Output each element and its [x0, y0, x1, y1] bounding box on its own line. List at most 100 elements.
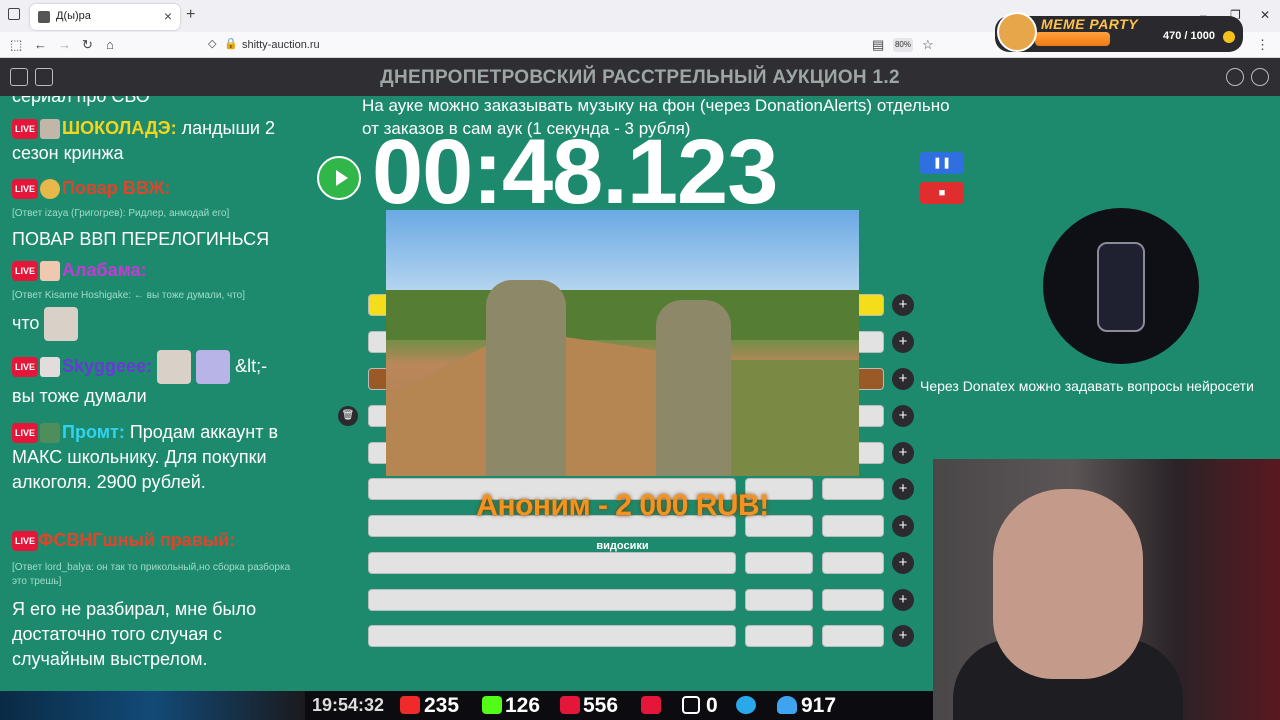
chat-text: что	[12, 312, 40, 333]
lot-extra-input[interactable]	[745, 589, 813, 611]
chat-author: Skyggeee:	[62, 355, 153, 376]
browser-tab[interactable]: Д(ы)ра ×	[30, 4, 180, 30]
chat-message-fragment: сериал про СВО	[12, 96, 150, 106]
reader-view-icon[interactable]: ▤	[872, 37, 884, 53]
meme-party-title: MEME PARTY	[1041, 16, 1139, 32]
add-amount-button[interactable]: +	[892, 478, 914, 500]
cat-emote-icon	[157, 350, 192, 384]
vk-live-icon	[560, 696, 580, 714]
meme-party-widget: MEME PARTY 470 / 1000	[995, 12, 1243, 52]
stream-clock: 19:54:32	[312, 695, 385, 715]
donation-video	[386, 210, 859, 476]
user-avatar	[40, 179, 61, 200]
lot-extra-input[interactable]	[745, 552, 813, 574]
rutube-viewers: 0	[706, 694, 718, 717]
chat-author: Алабама:	[62, 260, 147, 280]
menu-icon[interactable]: ⋮	[1256, 37, 1269, 53]
streamer-webcam	[933, 459, 1280, 720]
add-amount-button[interactable]: +	[892, 405, 914, 427]
sidebar-icon[interactable]: ⬚	[10, 37, 22, 53]
chat-reply: [Ответ Kisame Hoshigake: ← вы тоже думал…	[12, 290, 246, 301]
meme-party-progress	[1035, 32, 1110, 46]
coin-icon	[1223, 31, 1235, 43]
lot-extra-input[interactable]	[745, 625, 813, 647]
add-amount-button[interactable]: +	[892, 589, 914, 611]
add-amount-button[interactable]: +	[892, 625, 914, 647]
add-amount-button[interactable]: +	[892, 368, 914, 390]
app-header: ДНЕПРОПЕТРОВСКИЙ РАССТРЕЛЬНЫЙ АУКЦИОН 1.…	[0, 58, 1280, 96]
back-icon[interactable]: ←	[34, 37, 47, 52]
lot-amount-input[interactable]	[822, 625, 884, 647]
chat-message: LIVE ФСВНГшный правый: [Ответ lord_balya:…	[12, 528, 302, 672]
soldier-figure	[656, 300, 731, 476]
youtube-icon	[400, 696, 420, 714]
trash-icon[interactable]: 🗑	[338, 406, 358, 426]
rutube-icon	[682, 696, 700, 714]
chat-author: Промт:	[62, 422, 125, 442]
anime-character-icon	[1097, 242, 1145, 332]
tab-title: Д(ы)ра	[56, 10, 91, 22]
add-amount-button[interactable]: +	[892, 552, 914, 574]
donatex-question-text: Через Donatex можно задавать вопросы ней…	[920, 378, 1254, 394]
chat-author: Повар ВВЖ:	[62, 178, 171, 198]
meme-party-counter: 470 / 1000	[1163, 30, 1215, 42]
cat-emote-icon	[44, 307, 79, 341]
live-badge: LIVE	[12, 261, 39, 282]
chat-message: LIVE Промт: Продам аккаунт в МАКС школьни…	[12, 420, 302, 495]
lot-amount-input[interactable]	[822, 552, 884, 574]
lot-amount-input[interactable]	[822, 589, 884, 611]
tab-overview-icon[interactable]	[8, 8, 20, 20]
donation-video-label: видосики	[596, 540, 649, 552]
chat-message: LIVE Алабама: [Ответ Kisame Hoshigake: ← …	[12, 258, 302, 341]
add-amount-button[interactable]: +	[892, 442, 914, 464]
user-avatar	[40, 357, 61, 377]
reload-icon[interactable]: ↻	[82, 37, 93, 53]
user-avatar	[40, 119, 61, 140]
close-window-icon[interactable]: ✕	[1260, 8, 1270, 22]
youtube-viewers: 235	[424, 694, 460, 717]
forward-icon[interactable]: →	[58, 37, 71, 52]
vk-live-viewers: 556	[583, 694, 619, 717]
live-badge: LIVE	[12, 423, 39, 444]
lock-icon[interactable]: 🔒	[224, 37, 238, 50]
total-viewers: 917	[801, 694, 837, 717]
help-icon[interactable]	[1251, 68, 1269, 86]
chat-text: &lt;-	[230, 355, 268, 376]
pause-button[interactable]: ❚❚	[920, 152, 964, 174]
chat-message: LIVE ШОКОЛАДЭ: ландыши 2 сезон кринжа	[12, 116, 302, 166]
bookmark-star-icon[interactable]: ☆	[922, 37, 934, 53]
home-icon[interactable]: ⌂	[106, 37, 114, 52]
cat-emote-icon	[196, 350, 231, 384]
address-bar[interactable]: ◇ 🔒 shitty-auction.ru	[200, 35, 950, 55]
app-title: ДНЕПРОПЕТРОВСКИЙ РАССТРЕЛЬНЫЙ АУКЦИОН 1.…	[380, 67, 900, 88]
live-badge: LIVE	[12, 357, 39, 377]
user-avatar	[40, 261, 61, 282]
add-amount-button[interactable]: +	[892, 515, 914, 537]
donation-alert-text: Аноним - 2 000 RUB!	[476, 489, 769, 522]
shield-icon[interactable]: ◇	[208, 37, 216, 50]
lot-name-input[interactable]	[368, 589, 736, 611]
lot-name-input[interactable]	[368, 552, 736, 574]
play-button[interactable]	[317, 156, 361, 200]
streamer-head	[993, 489, 1143, 679]
new-tab-button[interactable]: +	[186, 6, 195, 24]
chat-text-continued: вы тоже думали	[12, 386, 147, 406]
kick-viewers: 126	[505, 694, 541, 717]
stream-stats-bar: 19:54:32 235 126 556 0 917	[0, 691, 933, 720]
settings-gear-icon[interactable]	[1226, 68, 1244, 86]
favicon-icon	[38, 11, 50, 23]
stop-button[interactable]: ■	[920, 182, 964, 204]
zoom-level[interactable]: 80%	[893, 38, 913, 52]
add-amount-button[interactable]: +	[892, 331, 914, 353]
add-amount-button[interactable]: +	[892, 294, 914, 316]
close-tab-icon[interactable]: ×	[164, 8, 172, 24]
stats-bar-glow	[0, 691, 305, 720]
chat-message: LIVE Skyggeee: &lt;- вы тоже думали	[12, 350, 302, 409]
lot-name-input[interactable]	[368, 625, 736, 647]
chat-reply: [Ответ izaya (Григогрев): Ридлер, анмода…	[12, 208, 230, 219]
soldier-figure	[486, 280, 566, 476]
chat-text: ПОВАР ВВП ПЕРЕЛОГИНЬСЯ	[12, 229, 270, 249]
kick-icon	[482, 696, 502, 714]
chat-author: ФСВНГшный правый:	[38, 530, 236, 550]
vtuber-avatar	[1043, 208, 1199, 364]
